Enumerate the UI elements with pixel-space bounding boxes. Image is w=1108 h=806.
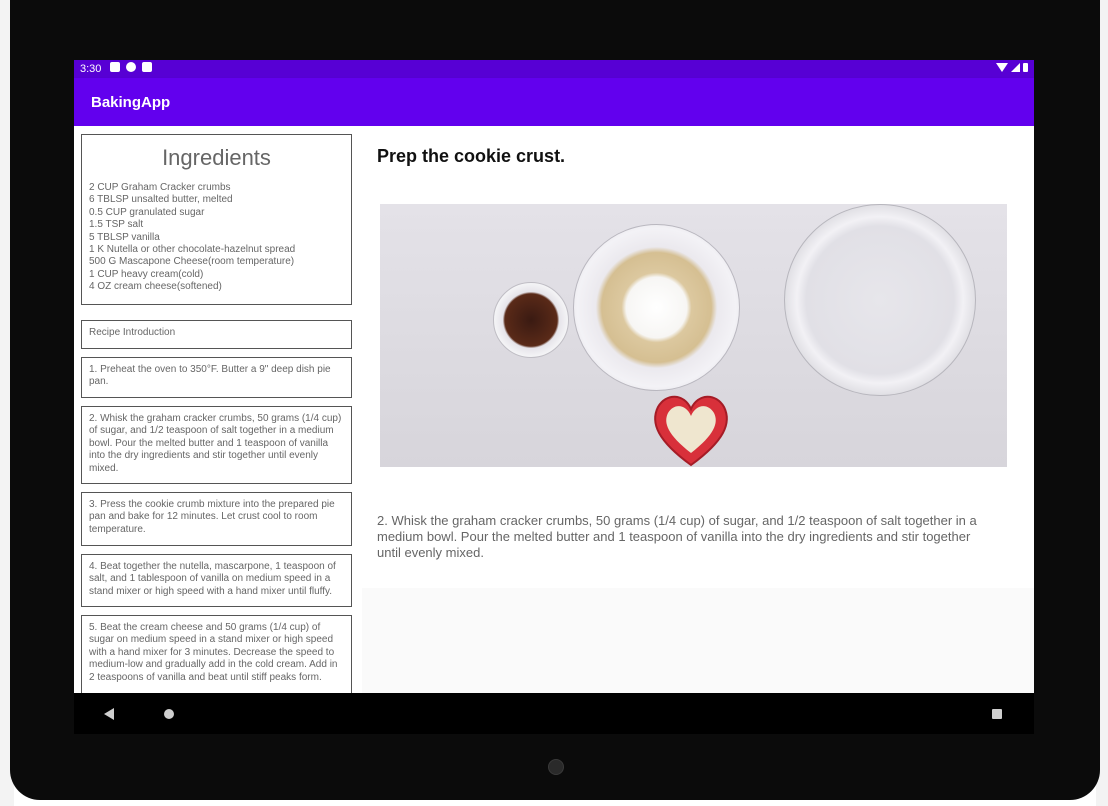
step-item-1[interactable]: 1. Preheat the oven to 350°F. Butter a 9… [81, 357, 352, 398]
step-description: 2. Whisk the graham cracker crumbs, 50 g… [377, 513, 977, 560]
step-item-4[interactable]: 4. Beat together the nutella, mascarpone… [81, 554, 352, 607]
step-item-3[interactable]: 3. Press the cookie crumb mixture into t… [81, 492, 352, 546]
app-title: BakingApp [91, 94, 171, 111]
status-time: 3:30 [80, 63, 102, 75]
step-label: 5. Beat the cream cheese and 50 grams (1… [89, 622, 338, 683]
ingredient-item: 6 TBLSP unsalted butter, melted [89, 194, 233, 206]
vanilla-ramekin [493, 282, 569, 358]
status-bar: 3:30 [74, 60, 1034, 78]
device-screen: 3:30 BakingApp Ingredients 2 CUP Graham … [74, 60, 1034, 693]
ingredient-item: 0.5 CUP granulated sugar [89, 206, 205, 218]
crumbs-bowl [573, 224, 740, 391]
recents-icon[interactable] [992, 709, 1002, 719]
step-label: 4. Beat together the nutella, mascarpone… [89, 561, 336, 597]
ingredients-card: Ingredients 2 CUP Graham Cracker crumbs … [81, 134, 352, 305]
back-icon[interactable] [104, 708, 114, 720]
heart-dish [654, 395, 728, 467]
notification-p-icon [126, 62, 136, 72]
ingredient-item: 1 CUP heavy cream(cold) [89, 268, 204, 280]
ingredient-item: 500 G Mascapone Cheese(room temperature) [89, 256, 295, 268]
step-detail-pane: Prep the cookie crust. 2. Whisk the grah… [362, 126, 1034, 588]
step-heading: Prep the cookie crust. [377, 146, 566, 166]
ingredients-list: 2 CUP Graham Cracker crumbs 6 TBLSP unsa… [89, 182, 351, 294]
step-image [380, 204, 1007, 467]
step-label: Recipe Introduction [89, 327, 176, 338]
ingredient-item: 4 OZ cream cheese(softened) [89, 281, 222, 293]
signal-icon [1011, 63, 1020, 72]
ingredient-item: 1.5 TSP salt [89, 219, 144, 231]
step-label: 1. Preheat the oven to 350°F. Butter a 9… [89, 364, 331, 388]
pie-dish [784, 204, 976, 396]
ingredient-item: 1 K Nutella or other chocolate-hazelnut … [89, 244, 296, 256]
app-bar: BakingApp [74, 78, 1034, 126]
step-label: 2. Whisk the graham cracker crumbs, 50 g… [89, 413, 342, 474]
ingredient-item: 5 TBLSP vanilla [89, 231, 160, 243]
home-icon[interactable] [164, 709, 174, 719]
wifi-icon [996, 63, 1008, 72]
sd-card-icon [142, 62, 152, 72]
battery-icon [1023, 63, 1028, 72]
navigation-bar [74, 693, 1034, 734]
step-item-5[interactable]: 5. Beat the cream cheese and 50 grams (1… [81, 615, 352, 693]
step-label: 3. Press the cookie crumb mixture into t… [89, 499, 335, 535]
ingredient-item: 2 CUP Graham Cracker crumbs [89, 182, 231, 193]
step-item-intro[interactable]: Recipe Introduction [81, 320, 352, 349]
notification-a-icon [110, 62, 120, 72]
ingredients-title: Ingredients [162, 145, 271, 170]
recipe-steps-pane[interactable]: Ingredients 2 CUP Graham Cracker crumbs … [74, 126, 362, 693]
step-item-2[interactable]: 2. Whisk the graham cracker crumbs, 50 g… [81, 406, 352, 484]
front-camera [548, 759, 564, 775]
